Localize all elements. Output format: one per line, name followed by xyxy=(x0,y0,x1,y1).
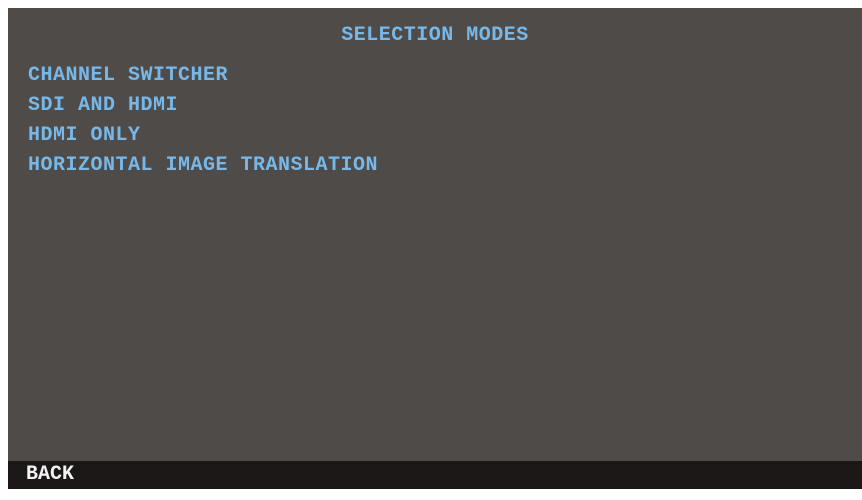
menu-item-sdi-and-hdmi[interactable]: SDI AND HDMI xyxy=(28,93,378,119)
footer-bar: BACK xyxy=(8,461,862,489)
menu-item-channel-switcher[interactable]: CHANNEL SWITCHER xyxy=(28,63,378,89)
selection-modes-screen: SELECTION MODES CHANNEL SWITCHER SDI AND… xyxy=(8,8,862,489)
selection-modes-menu: CHANNEL SWITCHER SDI AND HDMI HDMI ONLY … xyxy=(28,63,378,183)
menu-item-hdmi-only[interactable]: HDMI ONLY xyxy=(28,123,378,149)
screen-title: SELECTION MODES xyxy=(341,24,529,47)
back-button[interactable]: BACK xyxy=(26,463,74,487)
menu-item-horizontal-image-translation[interactable]: HORIZONTAL IMAGE TRANSLATION xyxy=(28,153,378,179)
